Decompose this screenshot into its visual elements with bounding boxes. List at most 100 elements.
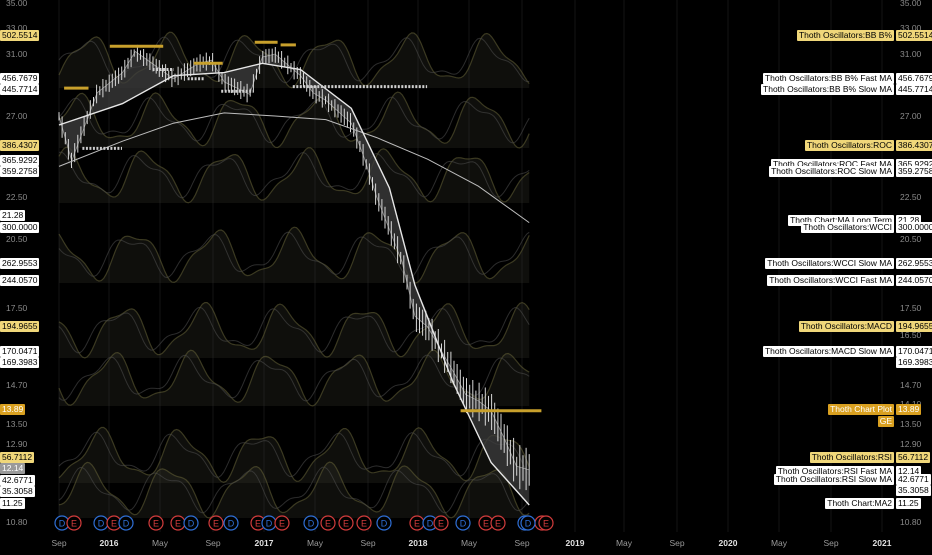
x-tick-label: Sep [360,538,375,548]
right-value-tag: 262.9553 [896,258,932,269]
x-tick-label: May [771,538,788,548]
x-tick-label: May [152,538,169,548]
right-value-tag: 244.0570 [896,275,932,286]
left-price-tag: 244.0570 [0,275,40,286]
event-marker-label: E [543,519,549,529]
left-price-tag: 386.4307 [0,140,40,151]
left-price-tag: 11.25 [0,498,25,509]
x-tick-label: May [616,538,633,548]
left-price-tag: 170.0471 [0,346,40,357]
right-value-tag: 502.5514 [896,30,932,41]
event-marker-label: D [266,519,273,529]
left-price-tag: 21.28 [0,210,26,221]
y-tick-label-right: 31.00 [900,49,922,59]
left-price-tag: 12.14 [0,463,26,474]
y-tick-label-left: 13.50 [6,419,28,429]
left-price-tag: 445.7714 [0,84,40,95]
left-price-tag: 300.0000 [0,222,40,233]
right-value-tag: 56.7112 [896,452,931,463]
y-tick-label-right: 10.80 [900,517,922,527]
y-tick-label-left: 20.50 [6,234,28,244]
right-series-name-tag: Thoth Chart:MA2 [825,498,894,509]
y-tick-label-left: 12.90 [6,439,28,449]
right-series-name-tag: Thoth Oscillators:BB B% Slow MA [761,84,894,95]
x-tick-label: 2021 [873,538,892,548]
event-marker-label: E [153,519,159,529]
x-tick-label: 2019 [566,538,585,548]
right-value-tag: 35.3058 [896,485,931,496]
event-marker-label: E [325,519,331,529]
right-series-name-tag: Thoth Oscillators:WCCI [801,222,894,233]
event-marker-label: E [175,519,181,529]
y-tick-label-left: 22.50 [6,192,28,202]
right-value-tag: 169.3983 [896,357,932,368]
y-tick-label-right: 27.00 [900,111,922,121]
x-tick-label: Sep [823,538,838,548]
right-series-name-tag: Thoth Oscillators:RSI Slow MA [773,474,894,485]
right-series-name-tag: Thoth Oscillators:WCCI Fast MA [767,275,894,286]
y-tick-label-right: 22.50 [900,192,922,202]
event-marker-label: D [228,519,235,529]
x-tick-label: 2020 [719,538,738,548]
y-tick-label-left: 10.80 [6,517,28,527]
event-marker-label: D [427,519,434,529]
y-tick-label-right: 20.50 [900,234,922,244]
x-tick-label: May [461,538,478,548]
x-tick-label: Sep [205,538,220,548]
right-series-name-tag: Thoth Oscillators:WCCI Slow MA [765,258,894,269]
left-price-tag: 13.89 [0,404,26,415]
event-marker-label: E [111,519,117,529]
event-marker-label: E [255,519,261,529]
right-series-name-tag: Thoth Chart Plot [828,404,894,415]
y-tick-label-right: 13.50 [900,419,922,429]
right-series-name-tag: Thoth Oscillators:BB B% [796,30,894,41]
event-marker-label: D [123,519,130,529]
x-tick-label: 2017 [255,538,274,548]
x-tick-label: Sep [669,538,684,548]
left-price-tag: 359.2758 [0,166,40,177]
left-price-tag: 365.9292 [0,155,40,166]
left-price-tag: 42.6771 [0,475,35,486]
right-series-name-tag: Thoth Oscillators:MACD [798,321,894,332]
event-marker-label: D [525,519,532,529]
right-series-name-tag: Thoth Oscillators:RSI [809,452,894,463]
right-series-name-tag: Thoth Oscillators:ROC [804,140,894,151]
y-tick-label-right: 14.70 [900,380,922,390]
right-value-tag: 13.89 [896,404,922,415]
right-value-tag: 170.0471 [896,346,932,357]
event-marker-label: E [343,519,349,529]
right-value-tag: 11.25 [896,498,921,509]
left-price-tag: 169.3983 [0,357,40,368]
right-series-name-tag: GE [877,416,894,427]
left-price-tag: 56.7112 [0,452,35,463]
y-tick-label-left: 27.00 [6,111,28,121]
right-value-tag: 42.6771 [896,474,931,485]
right-series-name-tag: Thoth Oscillators:ROC Slow MA [769,166,894,177]
chart-root: DEDEDEEDEDEDEDEEEDEDEDEEDEDE Sep2016MayS… [0,0,932,550]
right-series-name-tag: Thoth Oscillators:MACD Slow MA [762,346,894,357]
left-price-tag: 502.5514 [0,30,40,41]
right-value-tag: 456.7679 [896,73,932,84]
event-marker-label: E [438,519,444,529]
x-tick-label: 2016 [100,538,119,548]
event-marker-label: D [59,519,66,529]
right-series-name-tag: Thoth Oscillators:BB B% Fast MA [762,73,894,84]
event-marker-label: D [308,519,315,529]
event-marker-label: E [71,519,77,529]
right-value-tag: 386.4307 [896,140,932,151]
event-marker-label: E [483,519,489,529]
left-price-tag: 262.9553 [0,258,40,269]
left-price-tag: 194.9655 [0,321,40,332]
y-tick-label-right: 17.50 [900,303,922,313]
left-price-tag: 456.7679 [0,73,40,84]
x-tick-label: Sep [514,538,529,548]
event-marker-label: E [213,519,219,529]
left-price-tag: 35.3058 [0,486,35,497]
event-marker-label: D [188,519,195,529]
event-marker-label: D [98,519,105,529]
event-marker-label: E [361,519,367,529]
x-tick-label: Sep [51,538,66,548]
y-tick-label-right: 12.90 [900,439,922,449]
x-tick-label: 2018 [409,538,428,548]
right-value-tag: 445.7714 [896,84,932,95]
